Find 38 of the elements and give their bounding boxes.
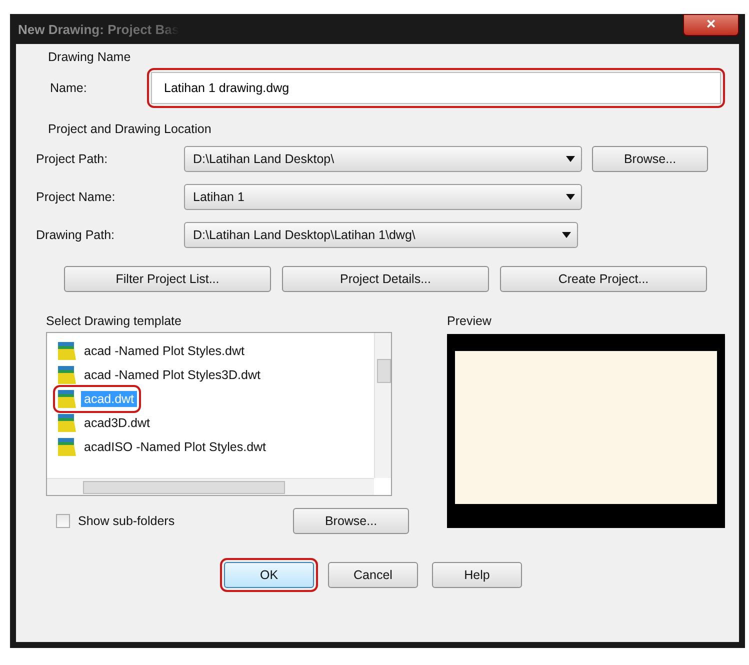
dialog-button[interactable]: Help bbox=[432, 562, 522, 588]
checkbox-label: Show sub-folders bbox=[78, 514, 175, 528]
template-item[interactable]: acad -Named Plot Styles.dwt bbox=[81, 343, 248, 359]
template-item[interactable]: acad3D.dwt bbox=[81, 415, 154, 431]
template-icon bbox=[57, 413, 77, 433]
section-heading: Select Drawing template bbox=[46, 314, 182, 328]
section-heading: Project and Drawing Location bbox=[48, 122, 212, 136]
browse-button[interactable]: Browse... bbox=[592, 146, 708, 172]
template-icon bbox=[57, 341, 77, 361]
template-icon bbox=[57, 365, 77, 385]
horizontal-scrollbar[interactable] bbox=[47, 478, 374, 495]
dropdown-arrow-icon bbox=[562, 232, 571, 238]
template-icon bbox=[57, 437, 77, 457]
browse-button[interactable]: Browse... bbox=[293, 508, 409, 534]
vertical-scrollbar[interactable] bbox=[374, 333, 391, 478]
field-label: Name: bbox=[50, 81, 88, 95]
field-label: Drawing Path: bbox=[36, 228, 116, 242]
dropdown-arrow-icon bbox=[566, 156, 575, 162]
action-button[interactable]: Project Details... bbox=[282, 266, 489, 292]
field-label: Project Path: bbox=[36, 152, 109, 166]
name-field[interactable]: Latihan 1 drawing.dwg bbox=[151, 72, 721, 104]
checkbox[interactable] bbox=[56, 514, 70, 528]
dropdown-field[interactable]: Latihan 1 bbox=[184, 184, 582, 210]
action-button[interactable]: Filter Project List... bbox=[64, 266, 271, 292]
template-item[interactable]: acad -Named Plot Styles3D.dwt bbox=[81, 367, 264, 383]
template-icon bbox=[57, 389, 77, 409]
window-title: New Drawing: Project Bas bbox=[16, 22, 180, 36]
section-heading: Drawing Name bbox=[48, 50, 132, 64]
section-heading: Preview bbox=[447, 314, 492, 328]
dialog-button[interactable]: Cancel bbox=[328, 562, 418, 588]
dropdown-field[interactable]: D:\Latihan Land Desktop\ bbox=[184, 146, 582, 172]
dialog-button[interactable]: OK bbox=[224, 562, 314, 588]
field-label: Project Name: bbox=[36, 190, 116, 204]
action-button[interactable]: Create Project... bbox=[500, 266, 707, 292]
dropdown-field[interactable]: D:\Latihan Land Desktop\Latihan 1\dwg\ bbox=[184, 222, 578, 248]
close-button[interactable]: × bbox=[683, 14, 739, 36]
template-item[interactable]: acadISO -Named Plot Styles.dwt bbox=[81, 439, 270, 455]
dropdown-arrow-icon bbox=[566, 194, 575, 200]
